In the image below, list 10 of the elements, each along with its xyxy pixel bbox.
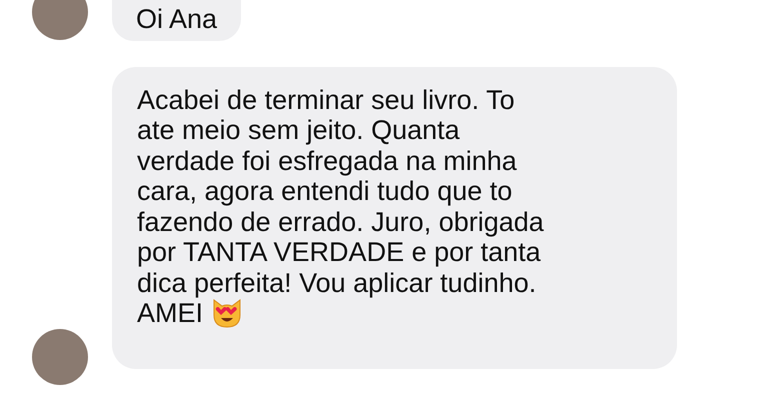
message-text: Acabei de terminar seu livro. To xyxy=(137,84,515,115)
message-text: dica perfeita! Vou aplicar tudinho. xyxy=(137,268,536,298)
message-text: fazendo de errado. Juro, obrigada xyxy=(137,206,544,237)
message-text: AMEI xyxy=(137,298,204,328)
message-text: por TANTA VERDADE e por tanta xyxy=(137,237,541,268)
message-text: verdade foi esfregada na minha xyxy=(137,146,517,176)
message-text: cara, agora entendi tudo que to xyxy=(137,176,512,206)
message-text: Oi Ana xyxy=(136,4,218,34)
avatar-placeholder xyxy=(32,0,88,40)
message-text: ate meio sem jeito. Quanta xyxy=(137,115,460,146)
